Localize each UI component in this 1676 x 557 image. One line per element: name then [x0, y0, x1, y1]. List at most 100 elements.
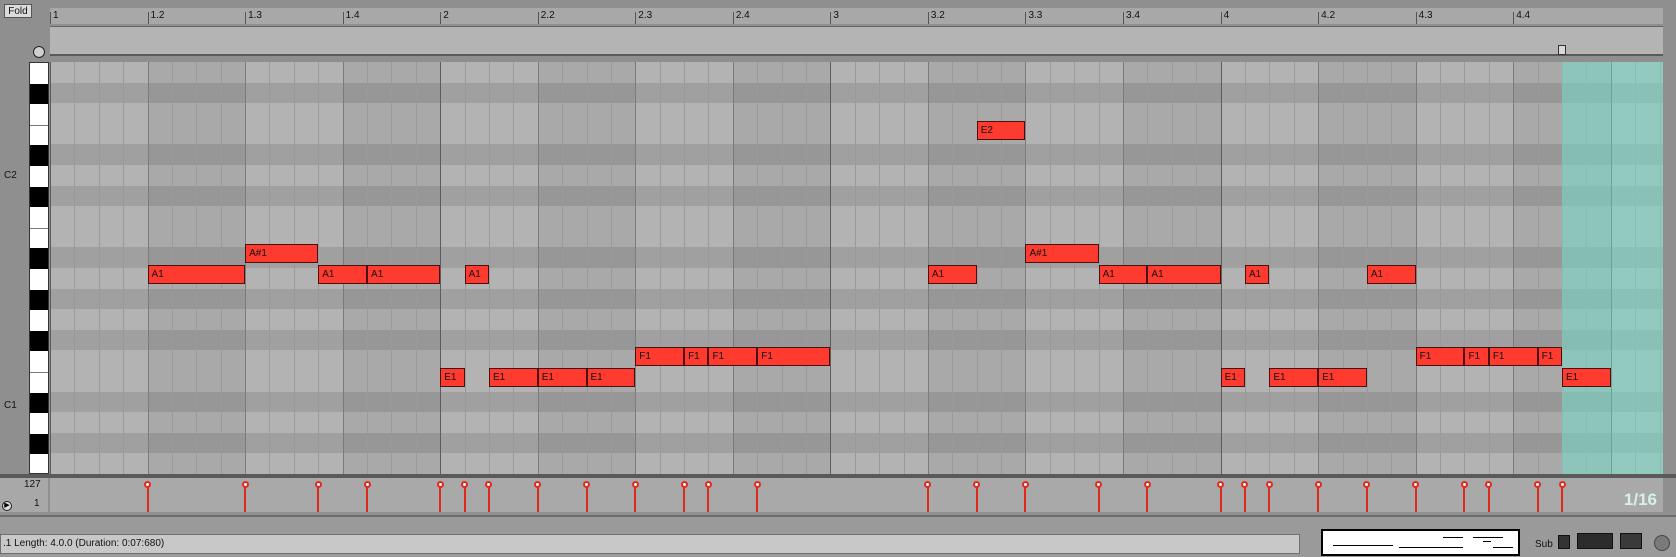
velocity-stem[interactable]: [707, 487, 710, 512]
sub-option[interactable]: [1620, 533, 1642, 549]
velocity-stem[interactable]: [536, 487, 539, 512]
midi-note[interactable]: F1: [684, 347, 709, 367]
velocity-stem[interactable]: [585, 487, 588, 512]
clip-overview[interactable]: [1321, 529, 1520, 556]
loop-end-marker[interactable]: [1558, 45, 1566, 55]
velocity-stem[interactable]: [1097, 487, 1100, 512]
midi-note[interactable]: A#1: [245, 244, 319, 264]
sub-toggle[interactable]: [1558, 535, 1570, 549]
velocity-stem[interactable]: [1561, 487, 1563, 512]
midi-note[interactable]: F1: [1537, 347, 1562, 367]
velocity-stem[interactable]: [1146, 487, 1149, 512]
midi-note[interactable]: F1: [1488, 347, 1538, 367]
velocity-handle[interactable]: [631, 481, 639, 488]
midi-note[interactable]: A1: [1366, 265, 1416, 284]
velocity-handle[interactable]: [583, 481, 591, 488]
velocity-handle[interactable]: [461, 481, 469, 488]
velocity-handle[interactable]: [1558, 481, 1566, 488]
velocity-stem[interactable]: [1463, 487, 1466, 512]
velocity-handle[interactable]: [1021, 481, 1029, 488]
velocity-stem[interactable]: [146, 487, 149, 512]
velocity-handle[interactable]: [1460, 481, 1468, 488]
black-key[interactable]: [30, 248, 48, 269]
fold-button[interactable]: Fold: [4, 4, 32, 18]
velocity-handle[interactable]: [241, 481, 249, 488]
midi-note[interactable]: E1: [537, 368, 587, 387]
velocity-handle[interactable]: [144, 481, 152, 488]
midi-note[interactable]: A1: [1244, 265, 1270, 284]
black-key[interactable]: [30, 392, 48, 414]
velocity-handle[interactable]: [1485, 481, 1493, 488]
black-key[interactable]: [30, 433, 48, 455]
preview-headphones-icon[interactable]: [33, 46, 45, 58]
velocity-stem[interactable]: [244, 487, 247, 512]
velocity-handle[interactable]: [973, 481, 981, 488]
midi-note[interactable]: E1: [586, 368, 636, 387]
velocity-handle[interactable]: [1265, 481, 1273, 488]
velocity-stem[interactable]: [439, 487, 442, 512]
velocity-handle[interactable]: [314, 481, 322, 488]
velocity-stem[interactable]: [756, 487, 759, 512]
midi-note[interactable]: E2: [976, 120, 1026, 140]
midi-note[interactable]: E1: [1562, 368, 1611, 387]
velocity-stem[interactable]: [1243, 487, 1246, 512]
black-key[interactable]: [30, 186, 48, 208]
velocity-handle[interactable]: [680, 481, 688, 488]
velocity-stem[interactable]: [1317, 487, 1320, 512]
midi-note[interactable]: A1: [464, 265, 489, 284]
midi-note[interactable]: A1: [367, 265, 441, 284]
velocity-stem[interactable]: [683, 487, 686, 512]
velocity-stem[interactable]: [1365, 487, 1368, 512]
midi-note[interactable]: E1: [1318, 368, 1367, 387]
midi-note[interactable]: A1: [1098, 265, 1148, 284]
velocity-stem[interactable]: [317, 487, 320, 512]
midi-note[interactable]: E1: [440, 368, 465, 387]
velocity-handle[interactable]: [1412, 481, 1420, 488]
midi-note-grid[interactable]: A1 A#1 A1 A1 E1 A1 E1 E1 E1 F1 F1 F1 F1 A1 E2 A#1 A1 A1 E1…: [50, 62, 1663, 474]
velocity-handle[interactable]: [1143, 481, 1151, 488]
velocity-stem[interactable]: [1487, 487, 1490, 512]
black-key[interactable]: [30, 330, 48, 352]
velocity-handle[interactable]: [436, 481, 444, 488]
velocity-handle[interactable]: [363, 481, 371, 488]
black-key[interactable]: [30, 289, 48, 311]
velocity-handle[interactable]: [1241, 481, 1249, 488]
black-key[interactable]: [30, 145, 48, 166]
midi-note[interactable]: A1: [1147, 265, 1221, 284]
velocity-lane[interactable]: 1/16: [50, 478, 1663, 512]
velocity-handle[interactable]: [924, 481, 932, 488]
velocity-handle[interactable]: [1534, 481, 1542, 488]
midi-note[interactable]: F1: [757, 347, 831, 367]
velocity-handle[interactable]: [485, 481, 493, 488]
velocity-stem[interactable]: [975, 487, 978, 512]
midi-note[interactable]: A1: [927, 265, 977, 284]
sub-selector[interactable]: [1577, 533, 1613, 549]
midi-note[interactable]: F1: [635, 347, 685, 367]
power-icon[interactable]: [1654, 535, 1670, 551]
midi-note[interactable]: F1: [1464, 347, 1489, 367]
midi-note[interactable]: E1: [1269, 368, 1319, 387]
velocity-stem[interactable]: [366, 487, 369, 512]
velocity-handle[interactable]: [1095, 481, 1103, 488]
play-icon[interactable]: ▶: [2, 501, 12, 511]
midi-note[interactable]: A1: [147, 265, 246, 284]
velocity-handle[interactable]: [1363, 481, 1371, 488]
velocity-handle[interactable]: [1314, 481, 1322, 488]
velocity-stem[interactable]: [1024, 487, 1027, 512]
midi-note[interactable]: F1: [1415, 347, 1465, 367]
piano-keyboard[interactable]: [29, 62, 49, 474]
velocity-stem[interactable]: [1536, 487, 1539, 512]
velocity-handle[interactable]: [704, 481, 712, 488]
midi-note[interactable]: E1: [488, 368, 538, 387]
midi-note[interactable]: A1: [318, 265, 368, 284]
beat-time-ruler[interactable]: 1 1.2 1.3 1.4 2 2.2 2.3 2.4 3 3.2 3.3 3.4 4 4.2 4.3 4.4: [50, 8, 1663, 24]
black-key[interactable]: [30, 83, 48, 105]
velocity-handle[interactable]: [753, 481, 761, 488]
velocity-handle[interactable]: [534, 481, 542, 488]
midi-note[interactable]: F1: [708, 347, 758, 367]
velocity-handle[interactable]: [1217, 481, 1225, 488]
velocity-stem[interactable]: [1219, 487, 1222, 512]
midi-note[interactable]: E1: [1220, 368, 1245, 387]
midi-note[interactable]: A#1: [1025, 244, 1099, 264]
velocity-stem[interactable]: [463, 487, 466, 512]
